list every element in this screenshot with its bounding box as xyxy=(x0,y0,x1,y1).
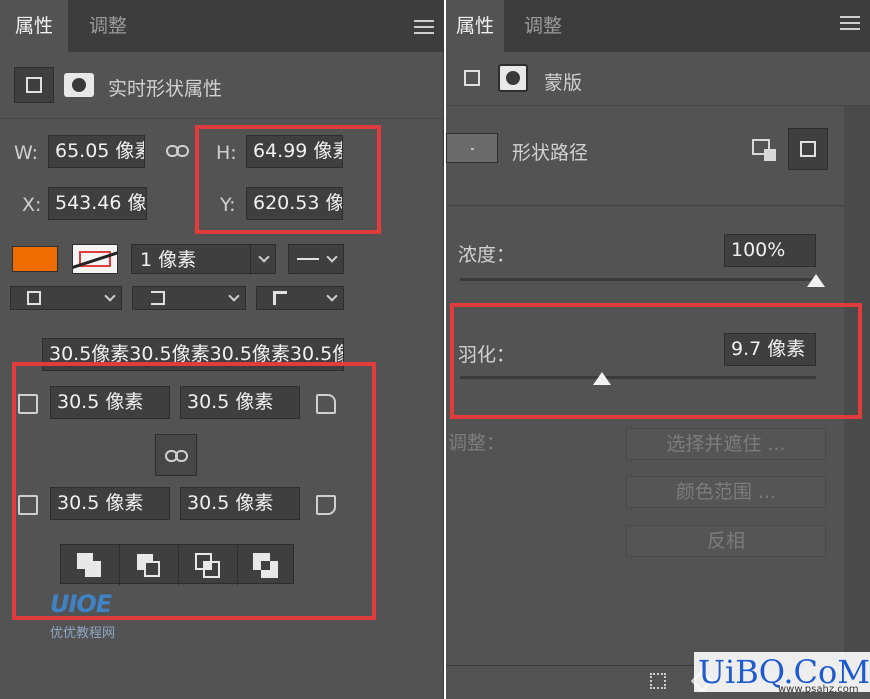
chevron-down-icon xyxy=(326,251,338,263)
tab-properties[interactable]: 属性 xyxy=(446,0,504,52)
line-style-icon xyxy=(297,258,319,260)
color-range-button[interactable]: 颜色范围 ... xyxy=(626,476,826,508)
path-thumbnail xyxy=(446,133,498,163)
section-title: 实时形状属性 xyxy=(108,78,223,100)
width-label: W: xyxy=(14,142,39,164)
load-selection-icon[interactable] xyxy=(650,673,666,689)
chevron-down-icon xyxy=(104,290,116,302)
divider xyxy=(446,105,870,106)
stroke-color-swatch[interactable] xyxy=(72,244,118,274)
x-input[interactable]: 543.46 像素 xyxy=(48,187,147,220)
refine-label: 调整： xyxy=(448,432,506,454)
shape-transform-icon[interactable] xyxy=(464,70,480,86)
stroke-width-dropdown[interactable]: 1 像素 xyxy=(131,244,276,275)
divider xyxy=(446,205,844,206)
highlight-box-corners xyxy=(12,362,376,620)
select-and-mask-button[interactable]: 选择并遮住 ... xyxy=(626,428,826,460)
properties-panel-left: 属性 调整 实时形状属性 W: 65.05 像素 H: 64.99 像素 X: … xyxy=(0,0,444,699)
stroke-align-icon xyxy=(27,291,41,305)
select-path-button[interactable] xyxy=(788,128,828,170)
invert-button[interactable]: 反相 xyxy=(626,525,826,557)
panel-menu-icon[interactable] xyxy=(840,16,860,30)
x-label: X: xyxy=(22,194,42,216)
tab-bar: 属性 调整 xyxy=(0,0,443,52)
watermark-text: 优优教程网 xyxy=(50,626,116,641)
width-input[interactable]: 65.05 像素 xyxy=(48,135,145,168)
highlight-box-hy xyxy=(195,125,381,234)
chevron-down-icon xyxy=(326,290,338,302)
tab-properties[interactable]: 属性 xyxy=(0,0,68,52)
section-title: 蒙版 xyxy=(544,72,583,94)
chevron-down-icon xyxy=(258,251,270,263)
live-shape-button[interactable] xyxy=(14,67,54,103)
density-input[interactable]: 100% xyxy=(724,234,816,267)
stroke-corner-dropdown[interactable] xyxy=(256,286,344,310)
stroke-cap-dropdown[interactable] xyxy=(132,286,246,310)
site-watermark-small: www.psahz.com xyxy=(778,684,859,695)
density-label: 浓度： xyxy=(458,244,516,266)
tab-adjustments[interactable]: 调整 xyxy=(506,0,580,52)
properties-panel-right: 属性 调整 蒙版 形状路径 浓度： 100% 羽化： 9.7 像素 调整： 选择… xyxy=(446,0,870,699)
add-vector-mask-icon[interactable] xyxy=(752,139,776,161)
density-slider-track[interactable] xyxy=(460,278,816,281)
mask-icon[interactable] xyxy=(64,73,94,97)
panel-menu-icon[interactable] xyxy=(414,20,434,34)
shape-transform-icon xyxy=(26,77,42,93)
stroke-align-dropdown[interactable] xyxy=(10,286,122,310)
fill-color-swatch[interactable] xyxy=(12,246,58,272)
tab-bar: 属性 调整 xyxy=(446,0,870,52)
stroke-corner-icon xyxy=(273,291,287,305)
watermark-logo-icon: UIOE xyxy=(50,590,112,618)
stroke-width-value: 1 像素 xyxy=(140,249,197,271)
link-dimensions-icon[interactable] xyxy=(166,145,190,157)
tab-adjustments[interactable]: 调整 xyxy=(70,0,146,52)
shape-path-label: 形状路径 xyxy=(512,142,589,164)
stroke-cap-icon xyxy=(151,291,165,305)
mask-icon[interactable] xyxy=(498,64,528,92)
stroke-type-dropdown[interactable] xyxy=(288,244,344,274)
density-slider-thumb[interactable] xyxy=(807,274,825,287)
highlight-box-feather xyxy=(450,303,862,419)
divider xyxy=(0,118,443,119)
chevron-down-icon xyxy=(228,290,240,302)
path-transform-icon xyxy=(800,141,816,157)
